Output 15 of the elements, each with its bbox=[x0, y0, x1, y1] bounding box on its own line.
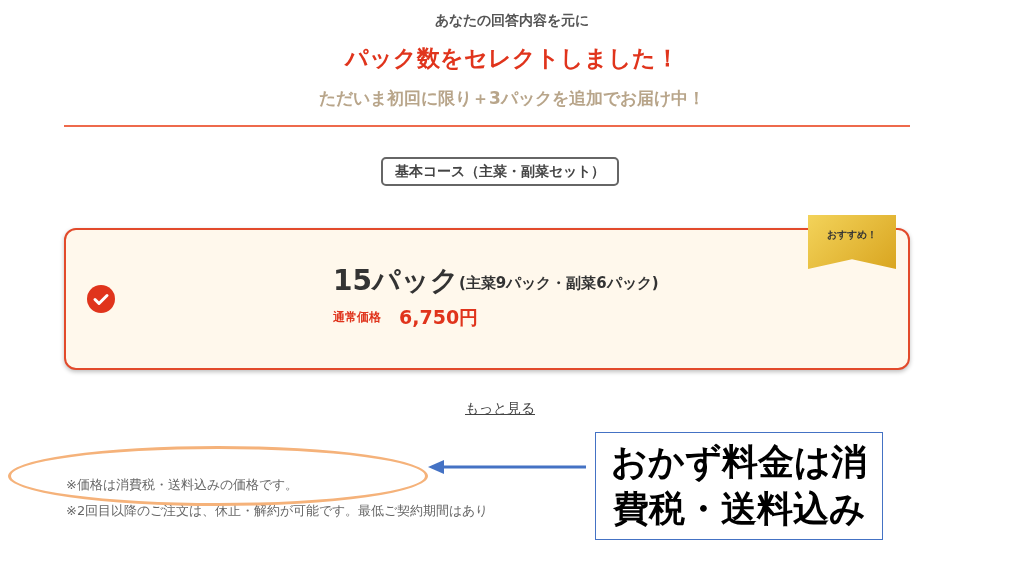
check-icon bbox=[87, 285, 115, 313]
price: 6,750円 bbox=[399, 304, 479, 330]
note-text: ※価格は消費税・送料込みの価格です。 bbox=[66, 476, 298, 494]
callout-box: おかず料金は消費税・送料込み bbox=[595, 432, 883, 540]
subtitle: ただいま初回に限り＋3パックを追加でお届け中！ bbox=[319, 86, 705, 110]
price-label: 通常価格 bbox=[333, 309, 381, 326]
pack-count: 15パック bbox=[333, 266, 459, 295]
page-title: パック数をセレクトしました！ bbox=[345, 44, 679, 73]
course-tag: 基本コース（主菜・副菜セット） bbox=[381, 157, 619, 186]
arrow-icon bbox=[428, 459, 586, 475]
more-link[interactable]: もっと見る bbox=[465, 398, 535, 419]
intro-text: あなたの回答内容を元に bbox=[435, 11, 589, 30]
recommend-ribbon: おすすめ！ bbox=[808, 215, 896, 269]
pack-breakdown: (主菜9パック・副菜6パック) bbox=[458, 273, 659, 295]
note-text: ※2回目以降のご注文は、休止・解約が可能です。最低ご契約期間はあり bbox=[66, 501, 489, 520]
